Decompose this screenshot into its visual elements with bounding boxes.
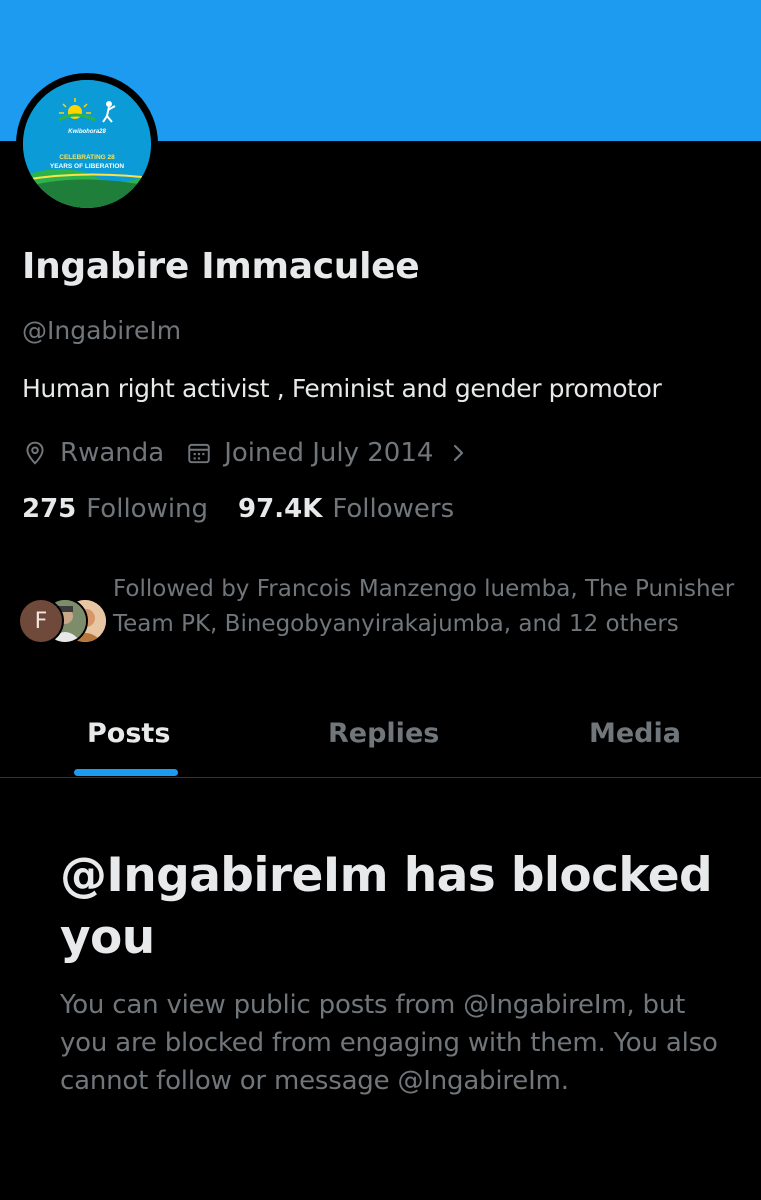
- followed-by-avatars[interactable]: F: [18, 598, 108, 644]
- calendar-icon: [186, 440, 212, 466]
- profile-tabs: Posts Replies Media: [0, 700, 761, 778]
- follow-stats: 275 Following 97.4K Followers: [22, 494, 454, 524]
- followers-link[interactable]: 97.4K Followers: [238, 494, 454, 524]
- tab-replies[interactable]: Replies: [328, 718, 439, 749]
- blocked-notice-title: @IngabireIm has blocked you: [60, 848, 713, 965]
- chevron-right-icon[interactable]: [451, 442, 467, 464]
- followers-count: 97.4K: [238, 494, 323, 524]
- location-text: Rwanda: [60, 438, 165, 468]
- avatar-brand-text: Kwibohora28: [68, 129, 106, 135]
- profile-meta[interactable]: Rwanda Joined July 2014: [22, 434, 467, 472]
- following-link[interactable]: 275 Following: [22, 494, 208, 524]
- joined-date-text: Joined July 2014: [224, 438, 434, 468]
- avatar[interactable]: Kwibohora28 CELEBRATING 28 YEARS OF LIBE…: [16, 73, 158, 215]
- followed-by-text[interactable]: Followed by Francois Manzengo luemba, Th…: [113, 572, 741, 642]
- profile-screen: Kwibohora28 CELEBRATING 28 YEARS OF LIBE…: [0, 0, 761, 1200]
- username-handle: @IngabireIm: [22, 316, 182, 345]
- tab-media[interactable]: Media: [589, 718, 681, 749]
- display-name: Ingabire Immaculee: [22, 246, 420, 287]
- following-label: Following: [86, 494, 209, 524]
- profile-bio: Human right activist , Feminist and gend…: [22, 374, 662, 403]
- avatar-caption-line2: YEARS OF LIBERATION: [49, 163, 125, 170]
- active-tab-indicator: [74, 769, 178, 776]
- location-pin-icon: [22, 440, 48, 466]
- tab-posts[interactable]: Posts: [87, 718, 170, 749]
- followers-label: Followers: [332, 494, 455, 524]
- avatar-caption-line1: CELEBRATING 28: [59, 154, 115, 161]
- avatar-graphic: [23, 80, 151, 208]
- follower-avatar: F: [18, 598, 64, 644]
- follower-avatar-initial: F: [34, 608, 48, 634]
- blocked-notice-description: You can view public posts from @Ingabire…: [60, 990, 718, 1096]
- following-count: 275: [22, 494, 77, 524]
- avatar-image: Kwibohora28 CELEBRATING 28 YEARS OF LIBE…: [23, 80, 151, 208]
